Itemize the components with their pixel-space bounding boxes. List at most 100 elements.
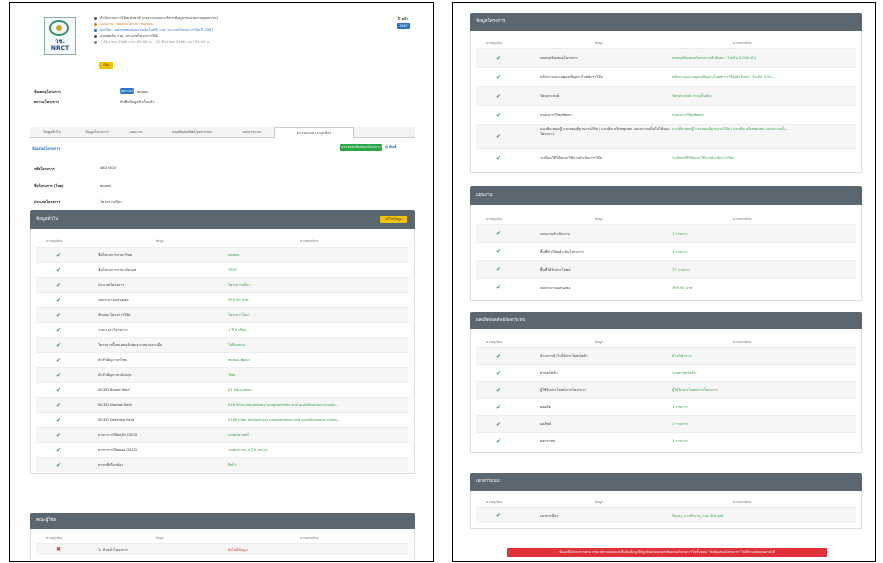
checklist-row: ✔ ชื่อโครงการภาษาอังกฤษ TEST <box>36 262 409 277</box>
row-value-link[interactable]: โครงการเดี่ยว <box>228 278 406 293</box>
check-icon: ✔ <box>56 356 62 364</box>
checklist-row: ✔ ผลผลิต 1 รายการ <box>476 398 856 415</box>
row-value-link[interactable]: TEST <box>228 263 406 278</box>
row-value-link[interactable]: 0188 Inter-disciplinary programmes and q… <box>228 413 406 428</box>
check-icon: ✔ <box>496 403 502 411</box>
plan-col-field: ข้อมูล <box>595 217 603 221</box>
row-value-link[interactable]: พืชไร่ <box>228 458 406 473</box>
row-value-link[interactable]: โครงการใหม่ <box>228 308 406 323</box>
check-proposal-button[interactable]: ตรวจสอบข้อเสนอโครงการ <box>340 144 382 151</box>
tab-attachments[interactable]: เอกสารแนบ <box>232 127 272 137</box>
clock-icon <box>94 40 97 44</box>
row-value-link[interactable]: 399.00 บาท <box>228 293 406 308</box>
row-value-link[interactable]: ทดสอบ,พัฒนา <box>228 353 406 368</box>
row-field-label: กรอบการวิจัย/พัฒนา <box>540 113 573 117</box>
tab-project[interactable]: ข้อมูลโครงการ <box>74 127 120 137</box>
row-value-link[interactable]: 1 ปี 0 เดือน <box>228 323 406 338</box>
row-value-link[interactable]: Test <box>228 368 406 383</box>
row-value-link[interactable]: 1 รายการ <box>672 416 854 433</box>
tab-bar: ข้อมูลทั่วไป ข้อมูลโครงการ แผนงาน ผลผลิต… <box>30 127 415 138</box>
check-icon: ✔ <box>496 352 502 360</box>
edit-general-button[interactable]: แก้ไขข้อมูล <box>380 216 407 223</box>
checklist-row: ✔ หลักการและเหตุผล/ปัญหา/โจทย์การวิจัย หลั… <box>476 67 856 86</box>
checklist-row: ✔ ประเภทโครงการ โครงการเดี่ยว <box>36 277 409 292</box>
row-value-link[interactable]: 77 รายการ <box>672 261 854 279</box>
row-field-label: งบประมาณเสนอขอ <box>98 298 129 302</box>
row-value-link[interactable]: ยังไม่มีข้อมูล <box>228 544 406 556</box>
row-value-link[interactable]: เกษตรกรรม ป่าไม้ ประมง <box>228 443 406 458</box>
checklist-row: ✔ วัตถุประสงค์ วัตถุประสงค์ (ระบุเป็นข้อ) <box>476 86 856 105</box>
row-value-link[interactable]: กรอบการวิจัย/พัฒนา <box>672 106 854 125</box>
row-value-link[interactable]: 399.00 บาท <box>672 279 854 297</box>
row-value-link[interactable]: 1 รายการ <box>672 243 854 261</box>
row-field-label: หลักการและเหตุผล/ปัญหา/โจทย์การวิจัย <box>540 75 603 79</box>
project-panel-header: ข้อมูลโครงการ <box>470 13 862 31</box>
header-line-fund[interactable]: ทุนวิจัย : ทดสอบทดสอบแบบอัตโนมัติ รวม. ป… <box>94 28 214 33</box>
meta-label-proposal: ข้อเสนอโครงการ <box>34 90 61 94</box>
row-value-link[interactable]: ด้านวิชาการ <box>672 348 854 365</box>
row-field-label: แผนงานดำเนินงาน <box>540 232 570 236</box>
row-field-label: สาขาที่เกี่ยวข้อง <box>98 463 123 467</box>
check-icon: ✔ <box>56 446 62 454</box>
row-value-link[interactable]: รับรอง_การทำงาน_ก.ค.-มิ.ค.pdf <box>672 508 854 524</box>
checklist-row: ✔ ผลลัพธ์ 1 รายการ <box>476 415 856 432</box>
check-icon: ✔ <box>496 111 502 119</box>
tab-verify[interactable]: ตรวจสอบความถูกต้อง <box>274 127 354 138</box>
row-value-link[interactable]: 1 รายการ <box>672 433 854 450</box>
tab-outputs[interactable]: ผลผลิต/ผลลัพธ์/ผลกระทบ <box>152 127 232 137</box>
row-field-label: งบประมาณเสนอขอ <box>540 286 571 290</box>
row-value-link[interactable]: หลักการและเหตุผล/ปัญหา/โจทย์การวิจัย(ตัว… <box>672 68 854 87</box>
check-icon: ✔ <box>496 437 502 445</box>
checklist-row: ✔ ผลกระทบ 1 รายการ <box>476 432 856 449</box>
researcher-panel-header: คณะผู้วิจัย <box>30 513 415 529</box>
checklist-row: ✔ ISCED Narrow field 018 Inter-disciplinar… <box>36 397 409 412</box>
attach-col-value: ความครบถ้วน <box>733 500 752 504</box>
row-field-label: ผู้ใช้รับประโยชน์จากโครงการ <box>540 388 587 392</box>
output-col-status: ความถูกต้อง <box>486 340 503 344</box>
check-icon: ✔ <box>496 54 502 62</box>
home-icon <box>94 16 97 20</box>
check-icon: ✔ <box>496 73 502 81</box>
row-value-link[interactable]: ทดสอบ <box>228 248 406 263</box>
tab-general[interactable]: ข้อมูลทั่วไป <box>30 127 74 137</box>
header-line-plan[interactable]: แผนงาน : ทดสอบโครงการทดสอบ <box>94 22 153 27</box>
checklist-row: ✔ พื้นที่ทำวิจัย/ดำเนินโครงการ 1 รายการ <box>476 242 856 260</box>
row-field-label: ลักษณะโครงการวิจัย <box>98 313 131 317</box>
row-value-link[interactable]: ระเบียบวิธีวิจัยและวิธีการดำเนินการวิจัย <box>672 149 854 168</box>
checklist-row: ✔ ศาสตร์หลัก ระบุศาสตร์หลัก <box>476 364 856 381</box>
header-line-form: แบบฟอร์ม รวม. ประเภทโครงการวิจัย <box>94 34 158 39</box>
row-value-link[interactable]: 01 Education <box>228 383 406 398</box>
row-field-label: ผลลัพธ์ <box>540 422 552 426</box>
tab-plan[interactable]: แผนงาน <box>120 127 152 137</box>
row-value-link[interactable]: 1 รายการ <box>672 399 854 416</box>
row-value-link[interactable]: 1 รายการ <box>672 225 854 243</box>
output-panel-title: ผลผลิต/ผลลัพธ์/ผลกระทบ <box>476 318 526 323</box>
right-screenshot-panel: ข้อมูลโครงการ ความถูกต้อง ข้อมูล ความครบ… <box>452 2 876 562</box>
form-icon <box>94 34 97 38</box>
checklist-row: ✔ คำสำคัญภาษาไทย ทดสอบ,พัฒนา <box>36 352 409 367</box>
general-col-field: ข้อมูล <box>156 239 164 243</box>
print-button[interactable]: ⎙ พิมพ์ <box>385 144 396 151</box>
attach-col-status: ความถูกต้อง <box>486 500 503 504</box>
row-field-label: พื้นที่ทำวิจัย/ดำเนินโครงการ <box>540 250 584 254</box>
researcher-col-status: ความถูกต้อง <box>46 536 63 540</box>
row-value-link[interactable]: ไม่ยื่นเสนอ <box>228 338 406 353</box>
attach-panel-title: เอกสารแนบ <box>476 479 500 484</box>
checklist-row: ✔ แผนงานดำเนินงาน 1 รายการ <box>476 224 856 242</box>
general-col-status: ความถูกต้อง <box>46 239 63 243</box>
check-icon: ✔ <box>56 371 62 379</box>
row-value-link[interactable]: บทสรุปข้อเสนอโครงการ(ตัวอักษร : ไม่เกิน … <box>672 49 854 68</box>
general-panel-title: ข้อมูลทั่วไป <box>36 217 59 222</box>
checklist-row: ✔ คำสำคัญภาษาอังกฤษ Test <box>36 367 409 382</box>
row-field-label: ระเบียบวิธีวิจัยและวิธีการดำเนินการวิจัย <box>540 156 602 160</box>
row-value-link[interactable]: ผู้ได้รับประโยชน์จากโครงการ <box>672 382 854 399</box>
row-value-link[interactable]: ระบุศาสตร์หลัก <box>672 365 854 382</box>
row-value-link[interactable]: 018 Inter-disciplinary programmes and qu… <box>228 398 406 413</box>
row-value-link[interactable]: วัตถุประสงค์ (ระบุเป็นข้อ) <box>672 87 854 106</box>
row-value-link[interactable]: เกษตรศาสตร์ <box>228 428 406 443</box>
row-field-label: ISCED Broad field <box>98 388 130 392</box>
row-field-label: ชื่อโครงการภาษาอังกฤษ <box>98 268 137 272</box>
check-icon: ✔ <box>496 248 502 255</box>
check-icon: ✔ <box>496 420 502 428</box>
checklist-row: ✔ สาขาที่เกี่ยวข้อง พืชไร่ <box>36 457 409 472</box>
